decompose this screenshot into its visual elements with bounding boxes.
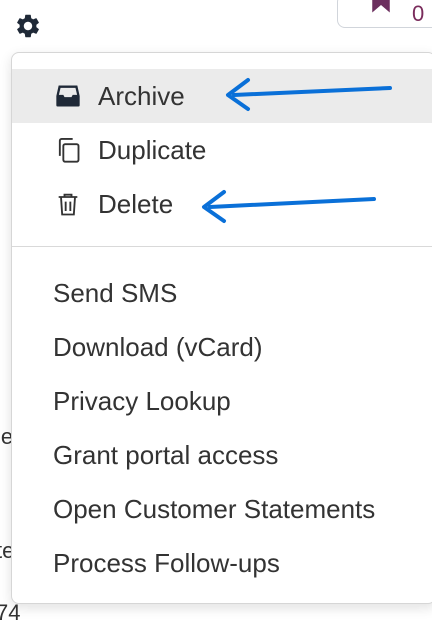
menu-item-label: Send SMS <box>53 277 178 308</box>
menu-item-download-vcard[interactable]: Download (vCard) <box>12 320 432 374</box>
menu-item-duplicate[interactable]: Duplicate <box>12 123 432 177</box>
menu-item-label: Process Follow-ups <box>53 547 280 578</box>
menu-item-label: Privacy Lookup <box>53 385 231 416</box>
gear-icon[interactable] <box>14 12 42 40</box>
menu-item-label: Duplicate <box>98 134 207 165</box>
action-dropdown-menu: Archive Duplicate Delete Send SMS Downlo… <box>11 52 432 604</box>
annotation-arrow-archive <box>226 78 392 111</box>
star-badge-button[interactable]: 0 <box>337 0 432 28</box>
menu-item-privacy-lookup[interactable]: Privacy Lookup <box>12 374 432 428</box>
trash-icon <box>54 190 82 218</box>
menu-item-open-customer-statements[interactable]: Open Customer Statements <box>12 482 432 536</box>
duplicate-icon <box>54 136 82 164</box>
archive-icon <box>54 82 82 110</box>
menu-item-process-follow-ups[interactable]: Process Follow-ups <box>12 536 432 590</box>
menu-item-label: Download (vCard) <box>53 331 263 362</box>
menu-item-label: Archive <box>98 80 185 111</box>
menu-item-send-sms[interactable]: Send SMS <box>12 266 432 320</box>
menu-item-label: Delete <box>98 188 174 219</box>
menu-divider <box>12 246 432 247</box>
menu-item-grant-portal-access[interactable]: Grant portal access <box>12 428 432 482</box>
star-icon <box>366 0 396 15</box>
menu-item-label: Open Customer Statements <box>53 493 376 524</box>
star-count: 0 <box>412 1 425 26</box>
annotation-arrow-delete <box>202 190 376 223</box>
menu-item-label: Grant portal access <box>53 439 279 470</box>
